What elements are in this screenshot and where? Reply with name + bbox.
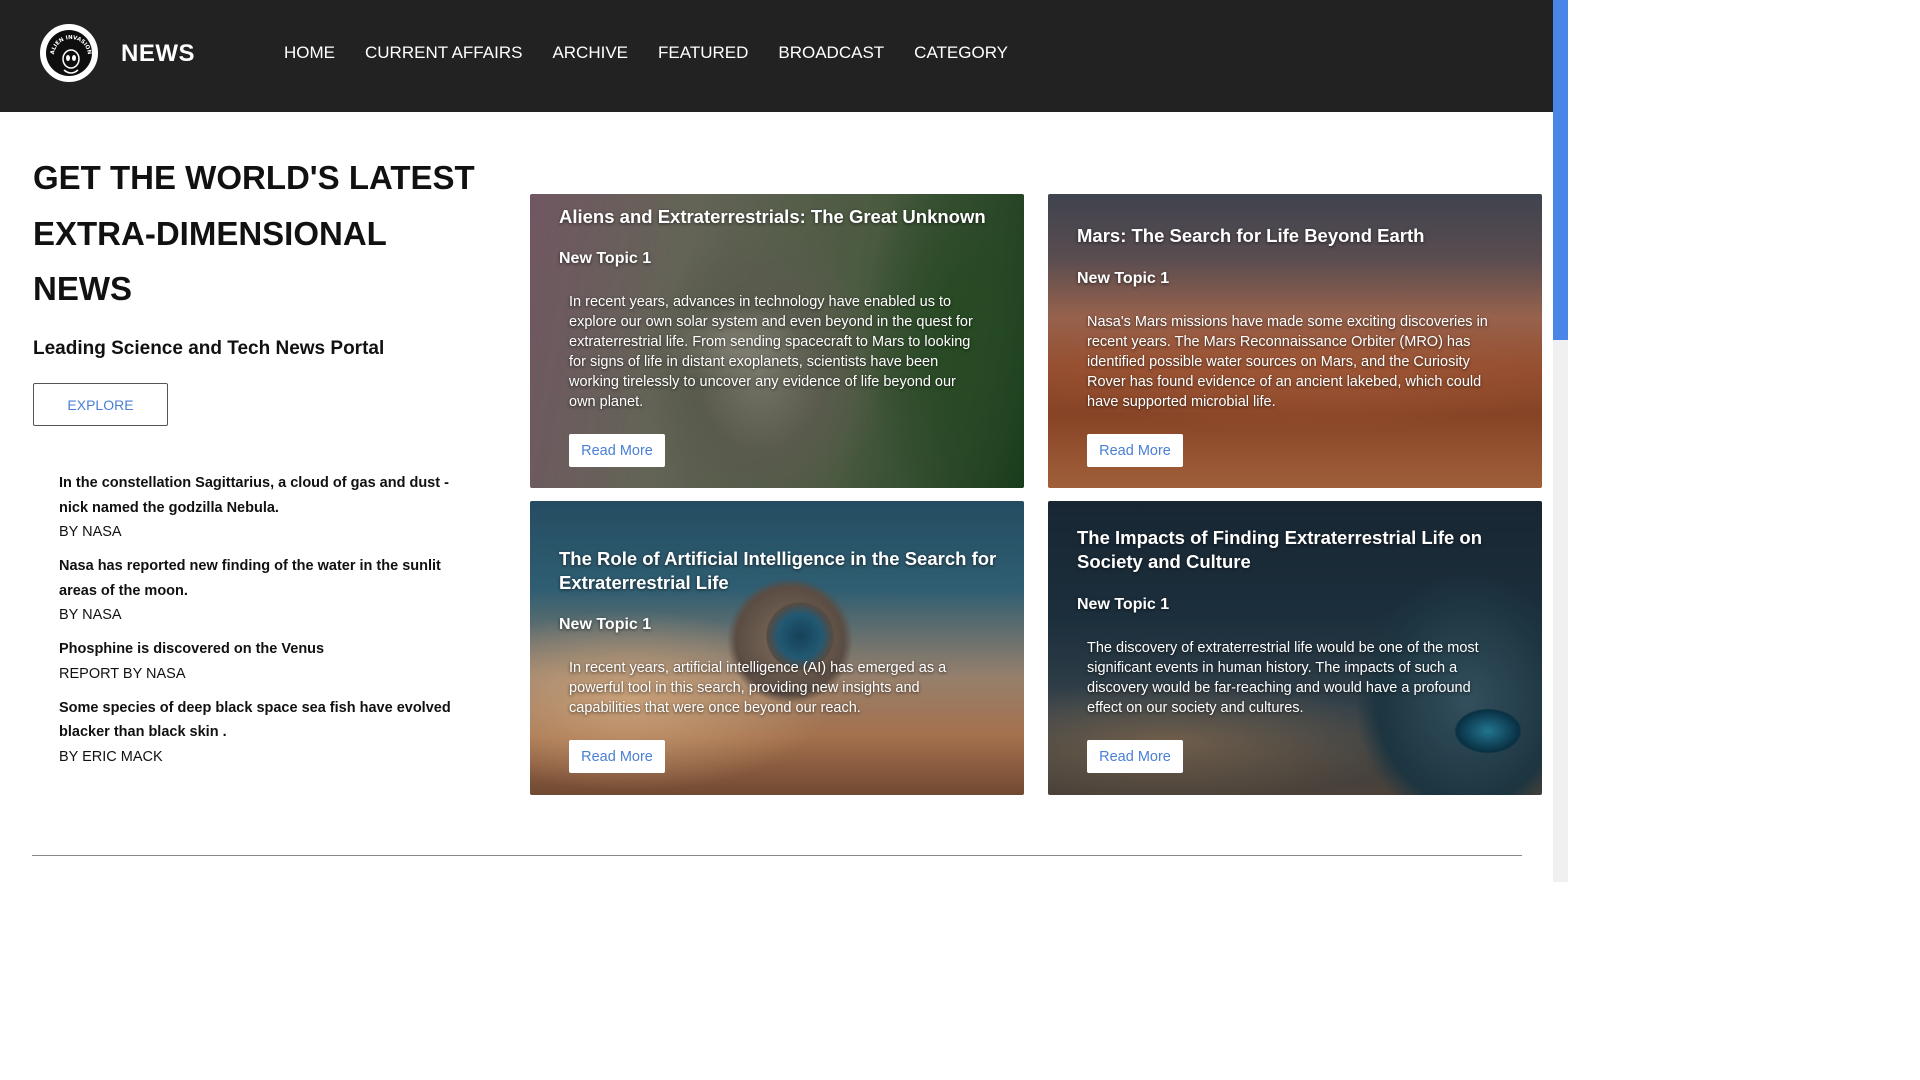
scrollbar-thumb[interactable] [1553,0,1568,340]
card-title[interactable]: Aliens and Extraterrestrials: The Great … [559,205,1009,229]
headline-title[interactable]: Phosphine is discovered on the Venus [59,637,459,662]
nav-broadcast[interactable]: BROADCAST [778,43,884,63]
article-card-ai: The Role of Artificial Intelligence in t… [530,501,1024,795]
card-text: Nasa's Mars missions have made some exci… [1087,314,1488,410]
headline-byline: REPORT BY NASA [59,665,186,682]
section-divider [32,855,1522,856]
svg-text:ALIEN INVASION: ALIEN INVASION [50,35,92,56]
hero-title: GET THE WORLD'S LATEST EXTRA-DIMENSIONAL… [33,150,503,317]
hero-subtitle: Leading Science and Tech News Portal [33,338,385,359]
read-more-button[interactable]: Read More [569,434,665,467]
card-text: In recent years, artificial intelligence… [569,660,947,716]
headline-title[interactable]: Some species of deep black space sea fis… [59,696,459,745]
top-navbar: ALIEN INVASION NEWS HOME CURRENT AFFAIRS… [0,0,1553,112]
article-card-mars: Mars: The Search for Life Beyond Earth N… [1048,194,1542,488]
read-more-button[interactable]: Read More [1087,740,1183,773]
card-topic: New Topic 1 [1077,270,1170,287]
explore-button[interactable]: EXPLORE [33,383,168,426]
card-topic: New Topic 1 [559,250,652,267]
nav-home[interactable]: HOME [284,43,335,63]
hero-title-line-2: EXTRA-DIMENSIONAL [33,214,387,252]
headline-byline: BY NASA [59,524,122,540]
headline-byline: BY NASA [59,607,122,623]
list-item: Some species of deep black space sea fis… [59,696,459,769]
nav-current-affairs[interactable]: CURRENT AFFAIRS [365,43,522,63]
headline-list: In the constellation Sagittarius, a clou… [59,471,459,779]
card-title[interactable]: The Role of Artificial Intelligence in t… [559,547,1009,595]
read-more-button[interactable]: Read More [1087,434,1183,467]
brand-name[interactable]: NEWS [121,40,195,68]
article-card-aliens: Aliens and Extraterrestrials: The Great … [530,194,1024,488]
list-item: In the constellation Sagittarius, a clou… [59,471,459,544]
page-scrollbar[interactable] [1553,0,1568,882]
logo-text: ALIEN INVASION [50,35,92,56]
main-nav: HOME CURRENT AFFAIRS ARCHIVE FEATURED BR… [284,43,1008,63]
nav-archive[interactable]: ARCHIVE [552,43,628,63]
read-more-button[interactable]: Read More [569,740,665,773]
headline-title[interactable]: In the constellation Sagittarius, a clou… [59,471,459,520]
headline-title[interactable]: Nasa has reported new finding of the wat… [59,554,459,603]
card-title[interactable]: Mars: The Search for Life Beyond Earth [1077,224,1527,248]
card-text: The discovery of extraterrestrial life w… [1087,640,1479,716]
card-text: In recent years, advances in technology … [569,294,973,410]
card-topic: New Topic 1 [559,616,652,633]
article-card-impacts: The Impacts of Finding Extraterrestrial … [1048,501,1542,795]
nav-featured[interactable]: FEATURED [658,43,748,63]
list-item: Nasa has reported new finding of the wat… [59,554,459,627]
headline-byline: BY ERIC MACK [59,748,163,765]
card-title[interactable]: The Impacts of Finding Extraterrestrial … [1077,526,1527,574]
nav-category[interactable]: CATEGORY [914,43,1008,63]
alien-logo-icon: ALIEN INVASION [50,35,92,74]
site-logo[interactable]: ALIEN INVASION [40,24,98,82]
card-topic: New Topic 1 [1077,596,1170,613]
hero-title-line-3: NEWS [33,270,132,307]
list-item: Phosphine is discovered on the Venus REP… [59,637,459,686]
hero-title-line-1: GET THE WORLD'S LATEST [33,159,475,196]
